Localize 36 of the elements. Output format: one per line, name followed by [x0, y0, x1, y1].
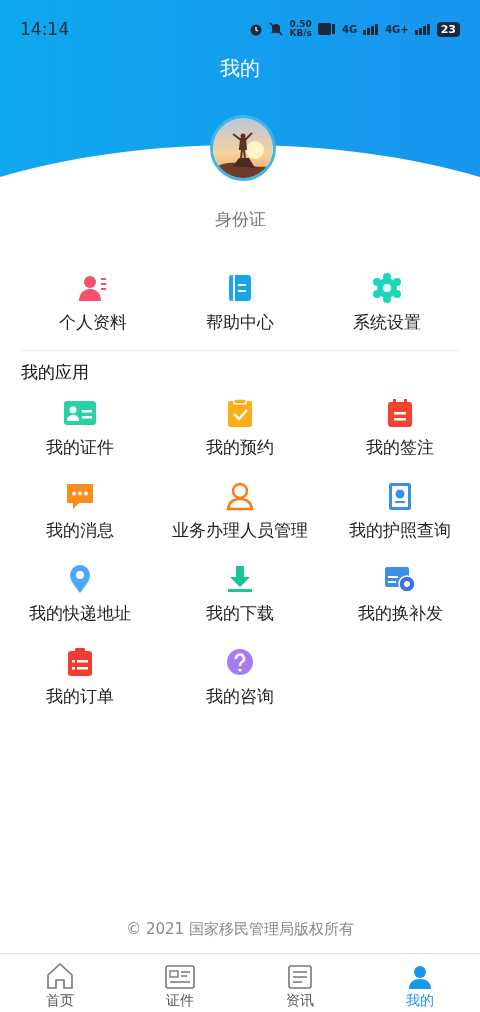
id-card-icon: [63, 398, 97, 428]
network-type: 4G: [341, 23, 358, 35]
signal-icon: [363, 23, 380, 35]
exchange-card-icon: [383, 564, 417, 594]
quick-action-link[interactable]: 帮助中心: [206, 311, 274, 334]
app-link[interactable]: 我的消息: [46, 519, 114, 542]
app-link[interactable]: 业务办理人员管理: [172, 519, 308, 542]
copyright-text: © 2021 国家移民管理局版权所有: [125, 920, 355, 940]
app-link[interactable]: 我的签注: [366, 436, 434, 459]
bell-muted-icon: [269, 22, 284, 36]
page-title: 我的: [220, 55, 260, 82]
app-link[interactable]: 我的订单: [46, 685, 114, 708]
app-link[interactable]: 我的下载: [206, 602, 274, 625]
alarm-icon: [249, 22, 264, 36]
quick-action-link[interactable]: 个人资料: [59, 311, 128, 334]
app-link[interactable]: 我的咨询: [206, 685, 274, 708]
app-link[interactable]: 我的换补发: [357, 602, 443, 625]
network-type: 4G+: [385, 23, 409, 35]
battery-level: 23: [436, 21, 460, 37]
network-speed: 0.50 KB/s: [289, 20, 312, 38]
status-time: 14:14: [20, 19, 69, 39]
app-link[interactable]: 我的证件: [46, 436, 114, 459]
quick-action-link[interactable]: 系统设置: [352, 311, 421, 334]
section-title: 我的应用: [21, 361, 90, 384]
home-icon: [45, 962, 75, 990]
app-link[interactable]: 我的预约: [206, 436, 274, 459]
tab-bar-item[interactable]: 资讯: [240, 954, 360, 1012]
tab-bar-item[interactable]: 首页: [0, 954, 120, 1012]
app-link[interactable]: 我的护照查询: [349, 519, 451, 542]
signal-icon: [414, 23, 431, 35]
app-link[interactable]: 我的快递地址: [29, 602, 131, 625]
news-icon: [285, 964, 315, 990]
profile-name: 身份证: [213, 208, 267, 231]
id-card-icon: [165, 964, 195, 990]
hd-icon: [317, 23, 336, 35]
tab-bar-item[interactable]: 证件: [120, 954, 240, 1012]
